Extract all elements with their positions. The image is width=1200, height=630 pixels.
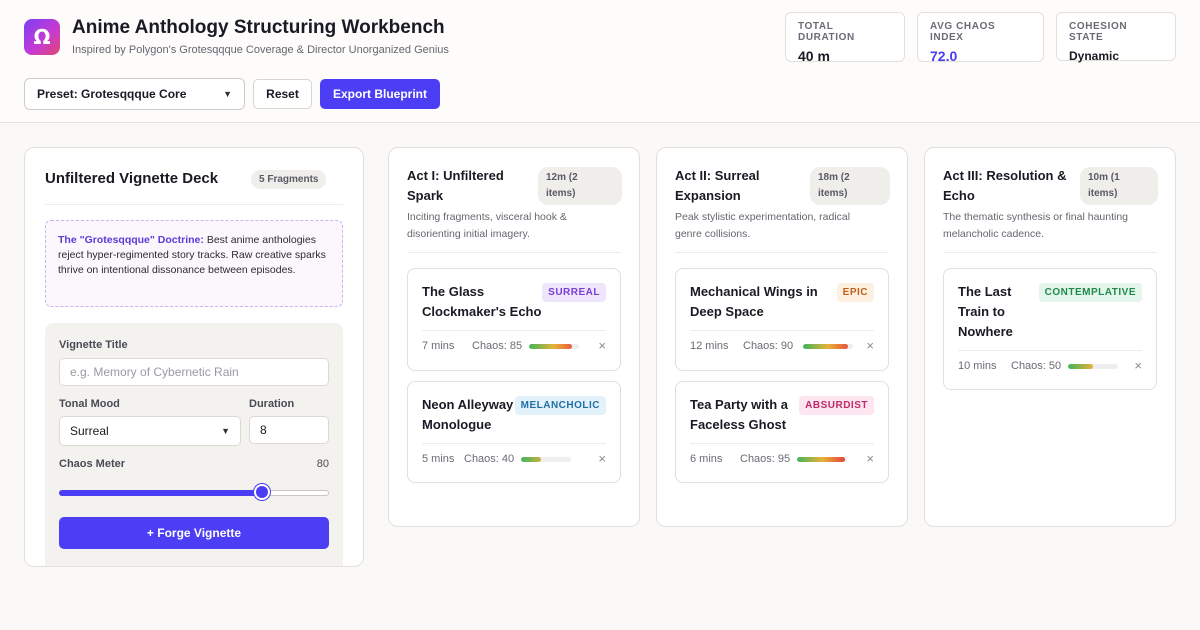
vignette-duration: 10 mins bbox=[958, 360, 997, 372]
chaos-slider-fill bbox=[59, 490, 262, 496]
omega-logo-icon: Ω bbox=[24, 19, 60, 55]
tonal-mood-value: Surreal bbox=[70, 424, 109, 438]
chaos-meter-value: 80 bbox=[316, 458, 329, 470]
vignette-chaos-label: Chaos: 95 bbox=[740, 453, 791, 465]
vignette-card[interactable]: Mechanical Wings in Deep Space EPIC 12 m… bbox=[675, 268, 889, 371]
chaos-bar-fill bbox=[797, 457, 845, 462]
chaos-bar-fill bbox=[803, 344, 848, 349]
chevron-down-icon: ▼ bbox=[221, 426, 230, 436]
act-description: Peak stylistic experimentation, radical … bbox=[675, 211, 851, 240]
preset-select[interactable]: Preset: Grotesqqque Core ▼ bbox=[24, 78, 245, 110]
chaos-meter-label: Chaos Meter bbox=[59, 458, 126, 470]
vignette-chaos-label: Chaos: 40 bbox=[464, 453, 515, 465]
doctrine-heading: The "Grotesqqque" Doctrine: bbox=[58, 234, 204, 246]
act-duration-badge: 18m (2 items) bbox=[810, 167, 890, 205]
reset-button[interactable]: Reset bbox=[253, 79, 312, 109]
divider bbox=[690, 443, 874, 444]
mood-tag: ABSURDIST bbox=[799, 396, 874, 415]
vignette-title-input[interactable]: e.g. Memory of Cybernetic Rain bbox=[59, 358, 329, 386]
chaos-bar bbox=[521, 457, 571, 462]
divider bbox=[675, 252, 889, 253]
vignette-chaos-label: Chaos: 90 bbox=[743, 340, 794, 352]
vignette-card[interactable]: The Last Train to Nowhere CONTEMPLATIVE 1… bbox=[943, 268, 1157, 390]
vignette-card-title: Mechanical Wings in Deep Space bbox=[690, 284, 818, 320]
chevron-down-icon: ▼ bbox=[223, 89, 232, 99]
stat-label: Avg Chaos Index bbox=[930, 21, 996, 43]
act-description: The thematic synthesis or final haunting… bbox=[943, 211, 1129, 240]
vignette-card[interactable]: Tea Party with a Faceless Ghost ABSURDIS… bbox=[675, 381, 889, 483]
chaos-bar-fill bbox=[521, 457, 541, 462]
act-column-1: Act I: Unfiltered Spark 12m (2 items) In… bbox=[388, 147, 640, 527]
duration-input[interactable]: 8 bbox=[249, 416, 329, 444]
vignette-title-label: Vignette Title bbox=[59, 339, 128, 351]
forge-vignette-button[interactable]: + Forge Vignette bbox=[59, 517, 329, 549]
deck-title: Unfiltered Vignette Deck bbox=[45, 170, 219, 187]
divider bbox=[690, 330, 874, 331]
vignette-duration: 7 mins bbox=[422, 340, 455, 352]
vignette-card-title: Neon Alleyway Monologue bbox=[422, 397, 514, 433]
app-header: Ω Anime Anthology Structuring Workbench … bbox=[0, 0, 1200, 123]
act-column-2: Act II: Surreal Expansion 18m (2 items) … bbox=[656, 147, 908, 527]
close-icon[interactable]: × bbox=[866, 338, 874, 353]
vignette-card[interactable]: Neon Alleyway Monologue MELANCHOLIC 5 mi… bbox=[407, 381, 621, 483]
workbench-page: Ω Anime Anthology Structuring Workbench … bbox=[0, 0, 1200, 630]
vignette-card[interactable]: The Glass Clockmaker's Echo SURREAL 7 mi… bbox=[407, 268, 621, 371]
vignette-duration: 6 mins bbox=[690, 453, 723, 465]
divider bbox=[422, 330, 606, 331]
duration-label: Duration bbox=[249, 398, 295, 410]
close-icon[interactable]: × bbox=[866, 451, 874, 466]
vignette-chaos-label: Chaos: 50 bbox=[1011, 360, 1062, 372]
mood-tag: MELANCHOLIC bbox=[514, 396, 606, 415]
act-title: Act II: Surreal Expansion bbox=[675, 168, 760, 204]
close-icon[interactable]: × bbox=[598, 451, 606, 466]
chaos-bar bbox=[529, 344, 579, 349]
chaos-bar-fill bbox=[529, 344, 572, 349]
stat-value: Dynamic bbox=[1069, 49, 1120, 63]
chaos-bar-fill bbox=[1068, 364, 1093, 369]
divider bbox=[422, 443, 606, 444]
stat-avg-chaos: Avg Chaos Index 72.0 bbox=[917, 12, 1044, 64]
export-blueprint-button[interactable]: Export Blueprint bbox=[320, 79, 440, 109]
divider bbox=[45, 204, 343, 205]
stat-total-duration: Total Duration 40 m bbox=[785, 12, 905, 64]
mood-tag: CONTEMPLATIVE bbox=[1038, 283, 1142, 302]
act-title: Act III: Resolution & Echo bbox=[943, 168, 1067, 204]
divider bbox=[407, 252, 621, 253]
stat-value: 72.0 bbox=[930, 48, 958, 64]
act-duration-badge: 10m (1 items) bbox=[1080, 167, 1158, 205]
vignette-chaos-label: Chaos: 85 bbox=[472, 340, 523, 352]
close-icon[interactable]: × bbox=[598, 338, 606, 353]
doctrine-callout: The "Grotesqqque" Doctrine: Best anime a… bbox=[45, 220, 343, 307]
vignette-card-title: The Last Train to Nowhere bbox=[958, 284, 1013, 340]
mood-tag: EPIC bbox=[836, 283, 874, 302]
act-column-3: Act III: Resolution & Echo 10m (1 items)… bbox=[924, 147, 1176, 527]
act-duration-badge: 12m (2 items) bbox=[538, 167, 622, 205]
app-title: Anime Anthology Structuring Workbench bbox=[72, 17, 445, 38]
chaos-bar bbox=[803, 344, 853, 349]
act-description: Inciting fragments, visceral hook & diso… bbox=[407, 211, 567, 240]
tonal-mood-select[interactable]: Surreal ▼ bbox=[59, 416, 241, 446]
stat-value: 40 m bbox=[798, 48, 830, 64]
vignette-card-title: The Glass Clockmaker's Echo bbox=[422, 284, 542, 320]
vignette-deck-panel: Unfiltered Vignette Deck 5 Fragments The… bbox=[24, 147, 364, 567]
divider bbox=[943, 252, 1157, 253]
tonal-mood-label: Tonal Mood bbox=[59, 398, 120, 410]
vignette-form: Vignette Title e.g. Memory of Cybernetic… bbox=[45, 323, 343, 566]
divider bbox=[958, 350, 1142, 351]
close-icon[interactable]: × bbox=[1134, 358, 1142, 373]
preset-select-value: Preset: Grotesqqque Core bbox=[37, 87, 187, 101]
vignette-duration: 5 mins bbox=[422, 453, 455, 465]
fragment-count-badge: 5 Fragments bbox=[251, 170, 327, 189]
chaos-bar bbox=[1068, 364, 1118, 369]
act-title: Act I: Unfiltered Spark bbox=[407, 168, 504, 204]
vignette-card-title: Tea Party with a Faceless Ghost bbox=[690, 397, 789, 433]
chaos-slider-handle[interactable] bbox=[253, 484, 270, 500]
stat-label: Cohesion State bbox=[1069, 21, 1128, 43]
vignette-duration: 12 mins bbox=[690, 340, 729, 352]
mood-tag: SURREAL bbox=[542, 283, 606, 302]
stat-label: Total Duration bbox=[798, 21, 855, 43]
app-subtitle: Inspired by Polygon's Grotesqqque Covera… bbox=[72, 44, 449, 56]
chaos-bar bbox=[797, 457, 847, 462]
stat-cohesion-state: Cohesion State Dynamic bbox=[1056, 12, 1176, 63]
